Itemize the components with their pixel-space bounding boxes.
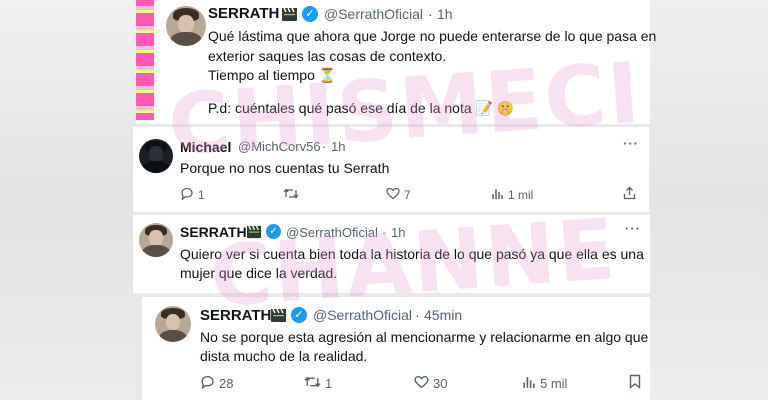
retweet-button[interactable] — [283, 187, 303, 203]
clapper-icon — [246, 225, 262, 244]
avatar[interactable] — [155, 306, 191, 342]
tweet-text-line: Porque no nos cuentas tu Serrath — [180, 160, 390, 176]
more-options-icon[interactable]: ··· — [625, 221, 641, 236]
tweet-text-line: No se porque esta agresión al mencionarm… — [200, 329, 649, 345]
tweet-text-line: mujer que dice la verdad. — [180, 265, 338, 281]
timestamp[interactable]: 45min — [424, 307, 462, 323]
share-icon[interactable] — [623, 186, 636, 205]
tweet-text-line: P.d: cuéntales qué pasó ese día de la no… — [208, 100, 515, 116]
handle[interactable]: @SerrathOficial — [324, 6, 423, 22]
reply-button[interactable]: 1 — [180, 187, 205, 203]
separator: · — [428, 6, 433, 22]
reply-count: 1 — [198, 188, 205, 202]
more-options-icon[interactable]: ··· — [623, 136, 639, 151]
reply-button[interactable]: 28 — [200, 375, 233, 392]
view-count: 5 mil — [540, 376, 568, 392]
avatar[interactable] — [166, 6, 206, 46]
display-name[interactable]: SERRATH — [208, 5, 279, 22]
retweet-icon — [283, 187, 299, 203]
tweet-text-line: dista mucho de la realidad. — [200, 348, 368, 364]
like-button[interactable]: 30 — [414, 375, 447, 392]
like-count: 7 — [404, 188, 411, 202]
verified-icon: ✓ — [266, 224, 281, 239]
tweet-text-line: exterior saques las cosas de contexto. — [208, 48, 447, 64]
like-icon — [386, 187, 400, 203]
verified-icon: ✓ — [302, 6, 318, 22]
separator: · — [322, 139, 327, 154]
reply-count: 28 — [219, 376, 234, 392]
avatar[interactable] — [139, 139, 173, 173]
reply-icon — [180, 187, 194, 203]
verified-icon: ✓ — [291, 307, 307, 323]
tweet-text-line: Quiero ver si cuenta bien toda la histor… — [180, 246, 644, 262]
view-count: 1 mil — [508, 188, 534, 202]
bookmark-icon[interactable] — [629, 374, 641, 394]
clapper-icon — [281, 7, 298, 27]
retweet-icon — [304, 375, 321, 392]
like-icon — [414, 375, 429, 392]
display-name[interactable]: Michael — [180, 139, 231, 155]
separator: · — [415, 307, 420, 323]
timestamp[interactable]: 1h — [391, 225, 405, 240]
handle[interactable]: @MichCorv56 — [238, 139, 321, 154]
avatar[interactable] — [139, 223, 173, 257]
tweet-text-line: Qué lástima que ahora que Jorge no puede… — [208, 28, 657, 44]
timestamp[interactable]: 1h — [437, 6, 453, 22]
display-name[interactable]: SERRATH — [180, 224, 247, 240]
views-icon — [491, 187, 504, 203]
views-button[interactable]: 5 mil — [522, 375, 567, 392]
clapper-icon — [270, 308, 287, 328]
handle[interactable]: @SerrathOficial — [286, 225, 378, 240]
tweet-card-2[interactable]: Michael @MichCorv56 · 1h ··· Porque no n… — [133, 127, 649, 212]
blurred-background-left — [0, 0, 136, 400]
tweet-card-4[interactable]: SERRATH ✓ @SerrathOficial · 45min No se … — [142, 297, 650, 400]
views-icon — [522, 375, 536, 392]
retweet-count: 1 — [325, 376, 333, 392]
views-button[interactable]: 1 mil — [491, 187, 533, 203]
display-name[interactable]: SERRATH — [200, 307, 271, 324]
blurred-background-right — [650, 0, 768, 400]
retweet-button[interactable]: 1 — [304, 375, 332, 392]
like-count: 30 — [433, 376, 448, 392]
reply-icon — [200, 375, 215, 392]
tweet-card-3[interactable]: SERRATH ✓ @SerrathOficial · 1h ··· Quier… — [133, 215, 650, 293]
watermark-strip — [136, 0, 154, 120]
tweet-card-1[interactable]: SERRATH ✓ @SerrathOficial · 1h Qué lásti… — [136, 0, 656, 124]
separator: · — [382, 225, 387, 240]
like-button[interactable]: 7 — [386, 187, 411, 203]
handle[interactable]: @SerrathOficial — [313, 307, 412, 323]
timestamp[interactable]: 1h — [331, 139, 345, 154]
tweet-text-line: Tiempo al tiempo ⏳ — [208, 67, 337, 83]
